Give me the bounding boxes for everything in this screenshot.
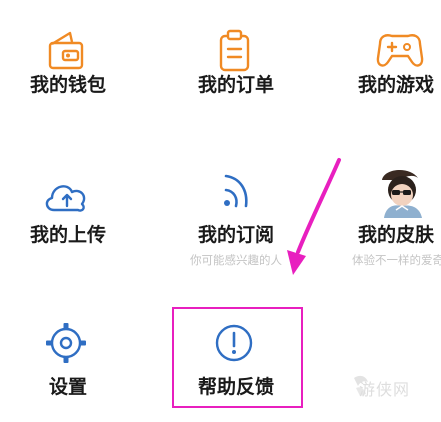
menu-item-skins[interactable]: 我的皮肤 体验不一样的爱奇 [340,168,441,268]
skins-subtitle: 体验不一样的爱奇 [352,253,441,267]
subscriptions-label: 我的订阅 [197,224,274,246]
rss-icon [224,174,248,208]
skins-label: 我的皮肤 [357,224,434,246]
menu-item-games[interactable]: 我的游戏 [340,16,441,96]
games-label: 我的游戏 [357,74,434,96]
order-list-icon [219,29,250,72]
feedback-highlight-box [172,307,303,408]
menu-item-wallet[interactable]: 我的钱包 [8,16,128,96]
uploads-label: 我的上传 [29,224,106,246]
settings-label: 设置 [48,376,87,398]
skin-avatar [382,169,422,218]
cloud-upload-icon [45,185,86,212]
wallet-label: 我的钱包 [29,74,106,96]
orders-label: 我的订单 [197,74,274,96]
menu-item-uploads[interactable]: 我的上传 [8,168,128,248]
menu-item-settings[interactable]: 设置 [8,318,128,398]
menu-item-subscriptions[interactable]: 我的订阅 你可能感兴趣的人 [176,168,296,268]
gear-icon [46,323,86,363]
menu-item-orders[interactable]: 我的订单 [176,16,296,96]
watermark-text: 游侠网 [359,380,411,399]
wallet-icon [48,31,84,70]
subscriptions-subtitle: 你可能感兴趣的人 [190,253,282,267]
gamepad-icon [376,34,424,67]
